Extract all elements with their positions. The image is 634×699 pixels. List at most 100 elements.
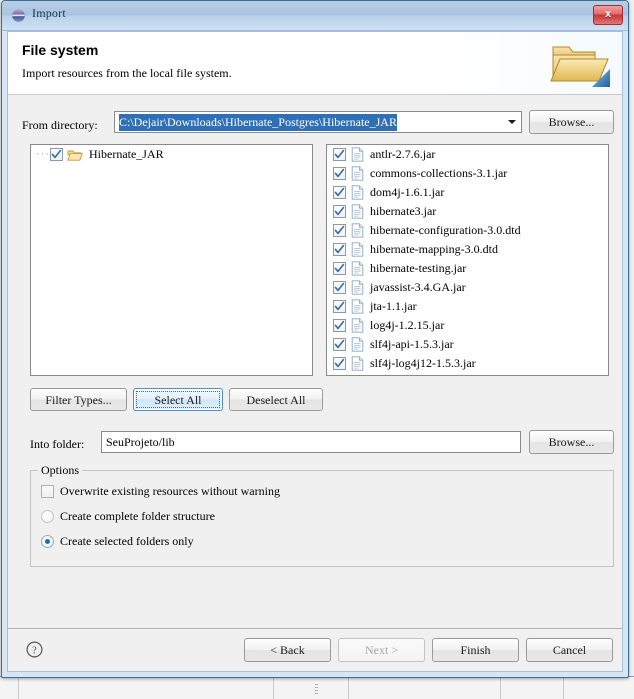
- from-directory-combo[interactable]: C:\Dejair\Downloads\Hibernate_Postgres\H…: [114, 111, 522, 133]
- create-selected-folders-row[interactable]: Create selected folders only: [41, 534, 194, 549]
- file-list-item[interactable]: slf4j-log4j12-1.5.3.jar: [327, 354, 608, 373]
- file-list-item[interactable]: log4j-1.2.15.jar: [327, 316, 608, 335]
- help-question-icon[interactable]: ?: [26, 641, 43, 658]
- file-document-icon: [351, 280, 364, 295]
- file-document-icon: [351, 356, 364, 371]
- cancel-button[interactable]: Cancel: [526, 638, 613, 662]
- into-folder-value: SeuProjeto/lib: [106, 434, 175, 449]
- deselect-all-button[interactable]: Deselect All: [229, 388, 323, 411]
- filter-types-button[interactable]: Filter Types...: [30, 388, 127, 411]
- file-list-item[interactable]: slf4j-api-1.5.3.jar: [327, 335, 608, 354]
- create-complete-structure-label: Create complete folder structure: [60, 509, 215, 523]
- folder-tree-panel[interactable]: ····· Hibernate_JAR: [30, 144, 313, 376]
- overwrite-label: Overwrite existing resources without war…: [60, 484, 280, 498]
- dialog-titlebar[interactable]: Import x: [2, 1, 628, 31]
- file-item-label: hibernate3.jar: [370, 204, 437, 218]
- file-list-item[interactable]: antlr-2.7.6.jar: [327, 145, 608, 164]
- select-all-button[interactable]: Select All: [133, 388, 223, 411]
- file-document-icon: [351, 204, 364, 219]
- wizard-content: From directory: C:\Dejair\Downloads\Hibe…: [8, 95, 622, 629]
- file-item-label: hibernate-mapping-3.0.dtd: [370, 242, 498, 256]
- file-document-icon: [351, 166, 364, 181]
- page-description: Import resources from the local file sys…: [22, 66, 232, 80]
- into-folder-browse-button[interactable]: Browse...: [529, 430, 614, 454]
- radio-selected-dot: [45, 539, 50, 544]
- file-document-icon: [351, 242, 364, 257]
- file-item-checkbox[interactable]: [333, 357, 346, 370]
- file-item-checkbox[interactable]: [333, 319, 346, 332]
- file-item-label: dom4j-1.6.1.jar: [370, 185, 445, 199]
- open-folder-import-icon: [548, 31, 614, 93]
- file-item-label: jta-1.1.jar: [370, 299, 417, 313]
- file-document-icon: [351, 261, 364, 276]
- overwrite-checkbox[interactable]: [41, 485, 54, 498]
- file-document-icon: [351, 185, 364, 200]
- file-item-label: hibernate-testing.jar: [370, 261, 467, 275]
- file-item-label: slf4j-api-1.5.3.jar: [370, 337, 454, 351]
- create-selected-folders-label: Create selected folders only: [60, 534, 194, 548]
- file-item-label: javassist-3.4.GA.jar: [370, 280, 466, 294]
- tree-item-checkbox[interactable]: [50, 148, 63, 161]
- open-folder-icon: [67, 148, 83, 162]
- file-item-checkbox[interactable]: [333, 205, 346, 218]
- tree-item[interactable]: ····· Hibernate_JAR: [31, 145, 312, 164]
- file-list-item[interactable]: dom4j-1.6.1.jar: [327, 183, 608, 202]
- page-title: File system: [22, 42, 99, 58]
- from-directory-value: C:\Dejair\Downloads\Hibernate_Postgres\H…: [119, 113, 397, 131]
- file-item-checkbox[interactable]: [333, 148, 346, 161]
- file-item-label: slf4j-log4j12-1.5.3.jar: [370, 356, 476, 370]
- next-button: Next >: [338, 638, 425, 662]
- overwrite-checkbox-row[interactable]: Overwrite existing resources without war…: [41, 484, 280, 499]
- wizard-header: File system Import resources from the lo…: [8, 32, 622, 95]
- close-icon: x: [604, 8, 612, 20]
- file-list-item[interactable]: hibernate-mapping-3.0.dtd: [327, 240, 608, 259]
- create-complete-structure-radio[interactable]: [41, 510, 54, 523]
- file-item-label: hibernate-configuration-3.0.dtd: [370, 223, 521, 237]
- tree-item-label: Hibernate_JAR: [89, 147, 164, 161]
- finish-button[interactable]: Finish: [432, 638, 519, 662]
- file-list-item[interactable]: javassist-3.4.GA.jar: [327, 278, 608, 297]
- file-item-checkbox[interactable]: [333, 300, 346, 313]
- file-item-label: log4j-1.2.15.jar: [370, 318, 445, 332]
- file-item-checkbox[interactable]: [333, 281, 346, 294]
- from-directory-browse-button[interactable]: Browse...: [529, 110, 614, 134]
- tree-connector-line: ·····: [36, 149, 50, 160]
- svg-text:?: ?: [32, 645, 37, 656]
- file-list-item[interactable]: hibernate-testing.jar: [327, 259, 608, 278]
- dialog-footer: ? < Back Next > Finish Cancel: [8, 628, 622, 671]
- file-document-icon: [351, 299, 364, 314]
- create-selected-folders-radio[interactable]: [41, 535, 54, 548]
- file-item-checkbox[interactable]: [333, 224, 346, 237]
- file-item-label: commons-collections-3.1.jar: [370, 166, 508, 180]
- file-item-checkbox[interactable]: [333, 338, 346, 351]
- options-group-label: Options: [38, 463, 83, 478]
- import-dialog: Import x File system Import resources fr…: [1, 0, 629, 678]
- file-item-checkbox[interactable]: [333, 243, 346, 256]
- file-list-item[interactable]: commons-collections-3.1.jar: [327, 164, 608, 183]
- file-document-icon: [351, 147, 364, 162]
- from-directory-label: From directory:: [22, 118, 98, 132]
- options-group: Options Overwrite existing resources wit…: [30, 463, 614, 567]
- file-item-checkbox[interactable]: [333, 262, 346, 275]
- dialog-title: Import: [32, 6, 66, 20]
- file-item-checkbox[interactable]: [333, 167, 346, 180]
- chevron-down-icon[interactable]: [508, 120, 516, 124]
- create-complete-structure-row[interactable]: Create complete folder structure: [41, 509, 215, 524]
- back-button[interactable]: < Back: [244, 638, 331, 662]
- file-item-label: antlr-2.7.6.jar: [370, 147, 436, 161]
- file-document-icon: [351, 223, 364, 238]
- eclipse-sphere-icon: [11, 8, 26, 23]
- file-item-checkbox[interactable]: [333, 186, 346, 199]
- file-list-item[interactable]: hibernate3.jar: [327, 202, 608, 221]
- into-folder-input[interactable]: SeuProjeto/lib: [101, 431, 521, 453]
- resize-grip-dots: [315, 684, 318, 696]
- dialog-client-area: File system Import resources from the lo…: [7, 31, 623, 672]
- close-button[interactable]: x: [593, 5, 623, 25]
- file-list-panel[interactable]: antlr-2.7.6.jar commons-collections-3.1.j…: [326, 144, 609, 376]
- file-document-icon: [351, 318, 364, 333]
- focus-ring: [136, 391, 220, 408]
- file-list-item[interactable]: hibernate-configuration-3.0.dtd: [327, 221, 608, 240]
- file-list-rows: antlr-2.7.6.jar commons-collections-3.1.j…: [327, 145, 608, 373]
- into-folder-label: Into folder:: [30, 437, 85, 451]
- file-list-item[interactable]: jta-1.1.jar: [327, 297, 608, 316]
